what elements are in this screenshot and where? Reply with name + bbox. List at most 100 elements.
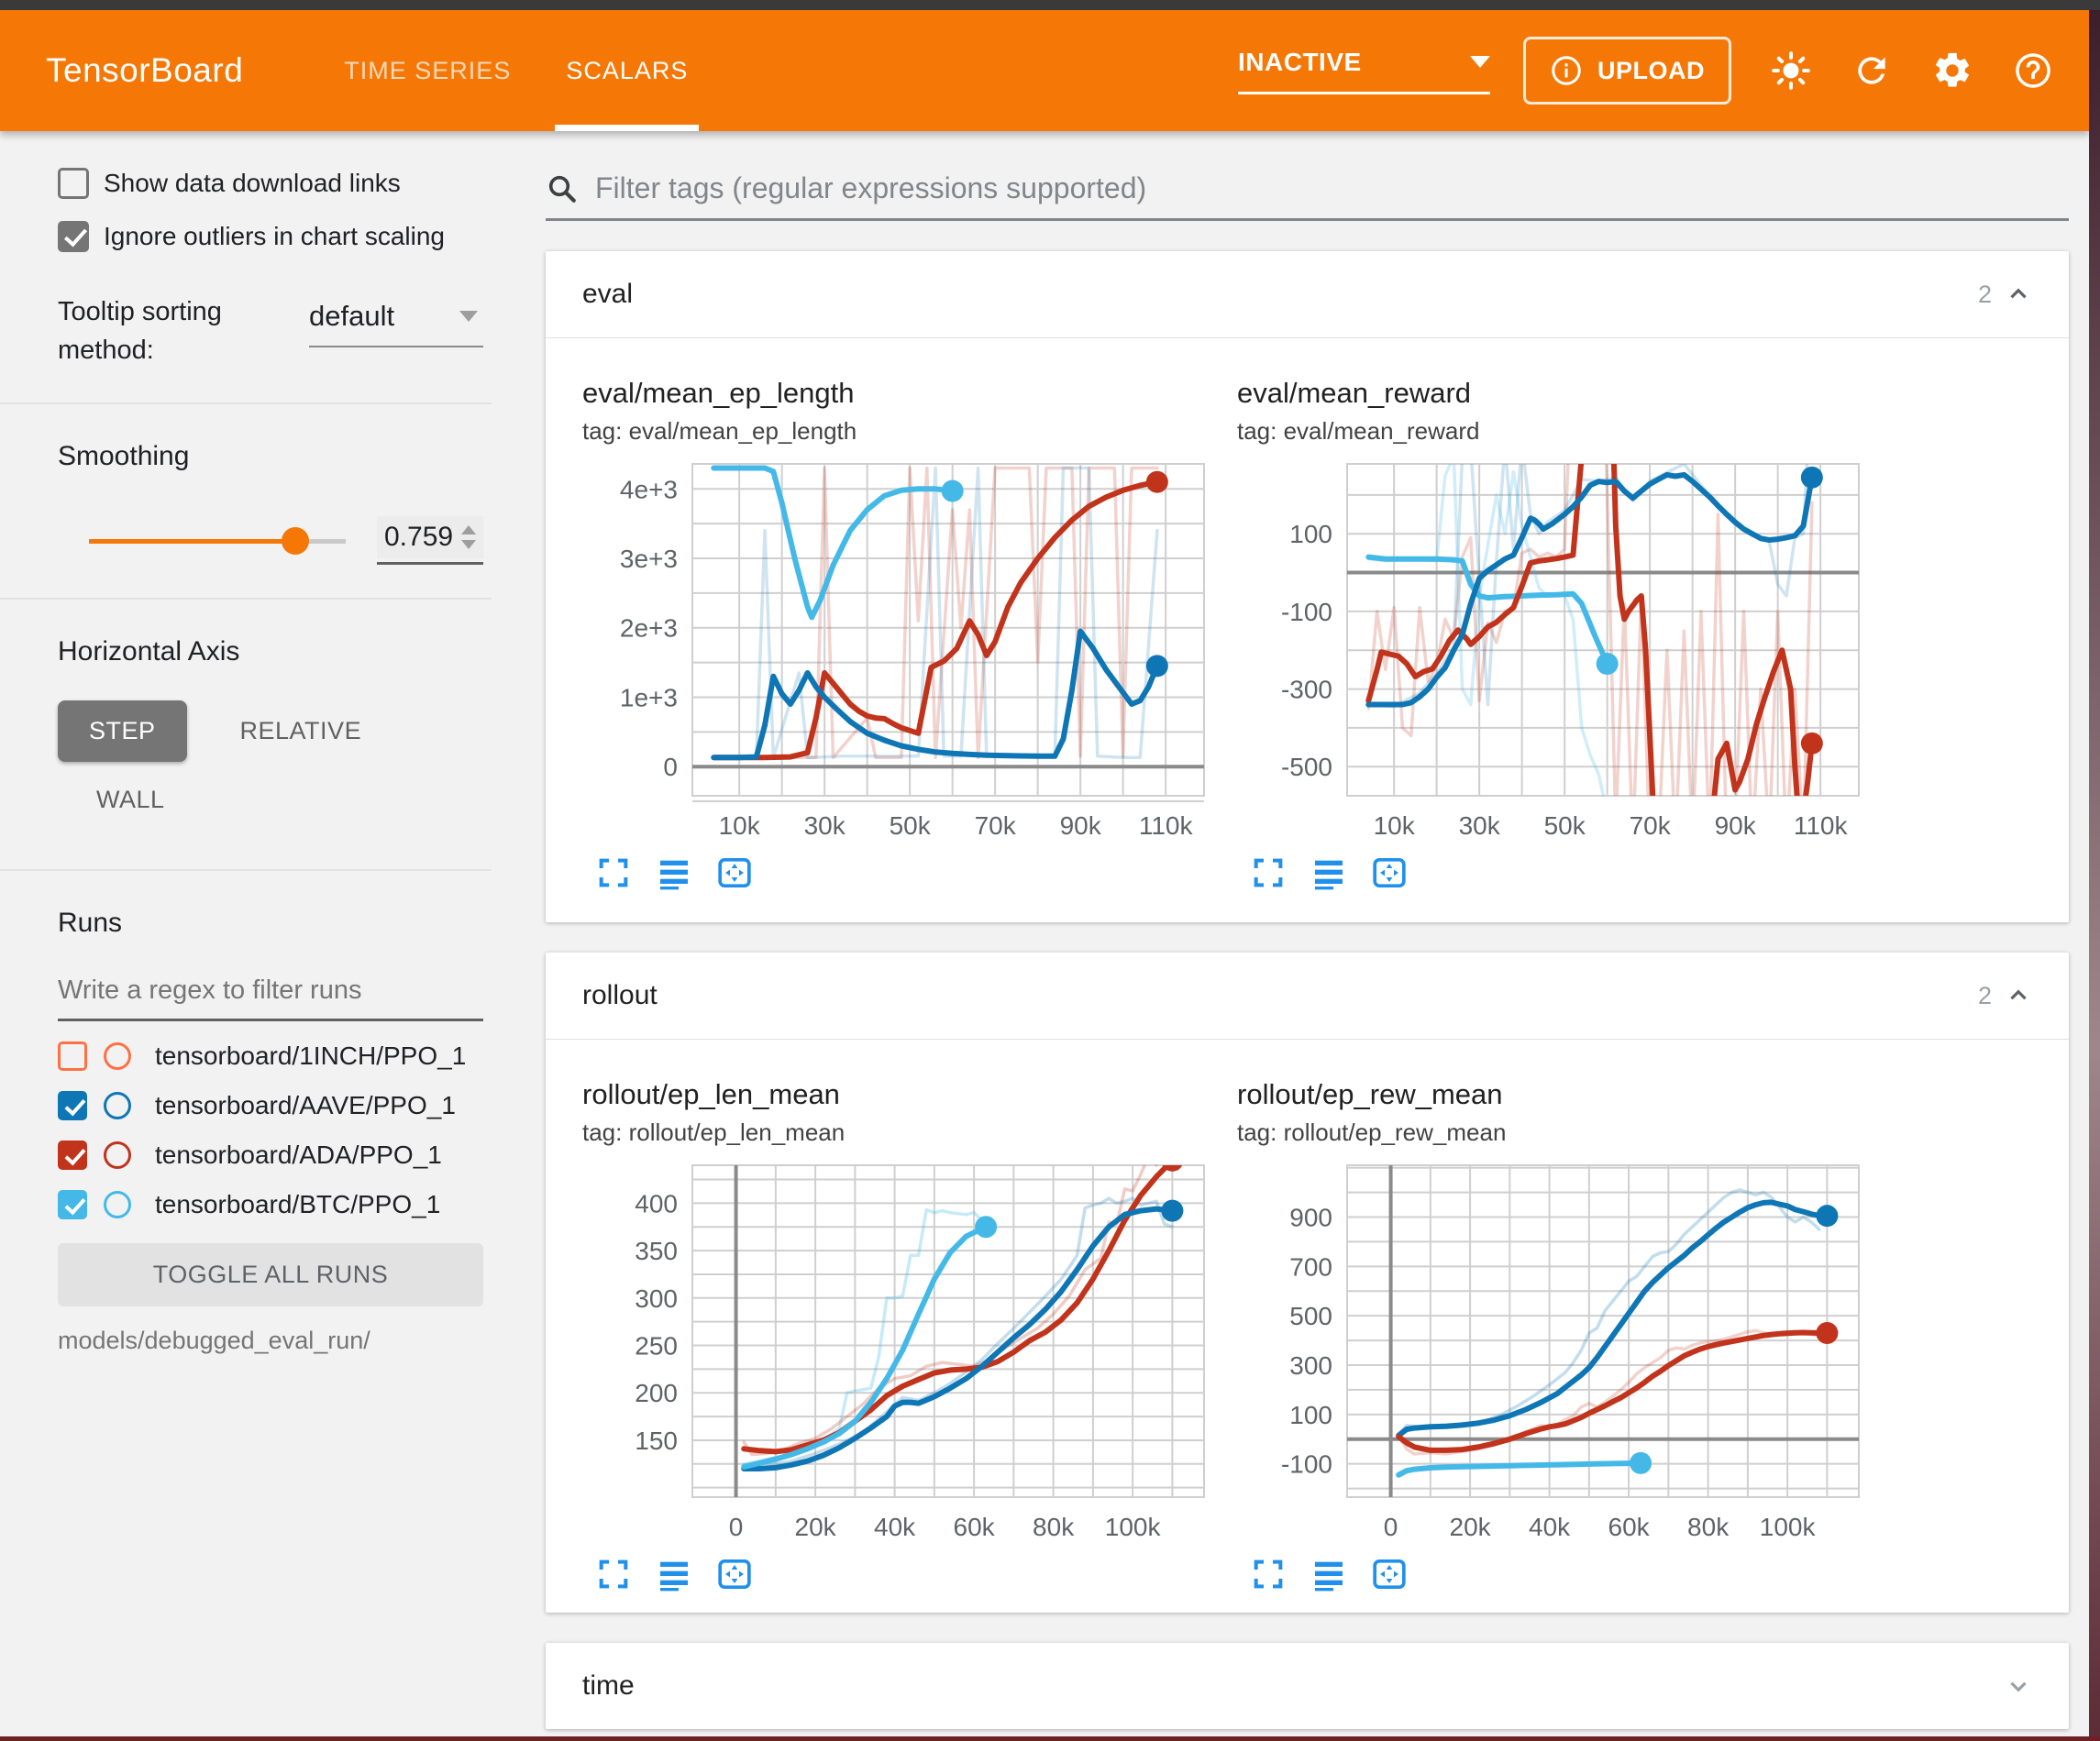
section-card-rollout: rollout 2 rollout/ep_len_mean tag: rollo… bbox=[546, 953, 2069, 1613]
settings-sidebar: Show data download links Ignore outliers… bbox=[0, 131, 514, 1741]
chevron-up-icon[interactable] bbox=[2005, 281, 2032, 308]
svg-text:90k: 90k bbox=[1060, 811, 1102, 840]
run-color-circle[interactable] bbox=[104, 1092, 131, 1119]
chart-tag: tag: rollout/ep_len_mean bbox=[582, 1118, 1217, 1147]
ignore-outliers-option[interactable]: Ignore outliers in chart scaling bbox=[58, 221, 483, 252]
run-checkbox[interactable] bbox=[58, 1091, 87, 1120]
spinner-down-icon[interactable] bbox=[461, 540, 476, 549]
run-checkbox[interactable] bbox=[58, 1041, 87, 1071]
tab-time-series[interactable]: TIME SERIES bbox=[316, 10, 538, 131]
upload-button[interactable]: UPLOAD bbox=[1523, 37, 1731, 105]
svg-text:20k: 20k bbox=[795, 1513, 837, 1541]
smoothing-label: Smoothing bbox=[58, 441, 483, 472]
chart-title: eval/mean_ep_length bbox=[582, 377, 1217, 410]
svg-text:60k: 60k bbox=[1608, 1513, 1651, 1541]
smoothing-slider[interactable] bbox=[89, 527, 346, 555]
settings-gear-icon[interactable] bbox=[1931, 50, 1973, 92]
smoothing-value-input[interactable] bbox=[384, 522, 461, 553]
show-download-links-option[interactable]: Show data download links bbox=[58, 168, 483, 199]
line-chart[interactable]: 10k30k50k70k90k110k01e+32e+33e+34e+3 bbox=[582, 455, 1217, 849]
number-spinner[interactable] bbox=[461, 525, 476, 549]
run-row-btc[interactable]: tensorboard/BTC/PPO_1 bbox=[58, 1190, 483, 1219]
run-checkbox[interactable] bbox=[58, 1140, 87, 1170]
svg-text:200: 200 bbox=[635, 1379, 678, 1407]
chart-title: rollout/ep_len_mean bbox=[582, 1078, 1217, 1111]
chevron-down-icon bbox=[459, 311, 478, 322]
section-count: 2 bbox=[1978, 982, 1992, 1010]
fit-to-view-icon[interactable] bbox=[1371, 1556, 1408, 1592]
data-table-icon[interactable] bbox=[656, 1556, 692, 1592]
fullscreen-icon[interactable] bbox=[1250, 854, 1287, 891]
svg-text:350: 350 bbox=[635, 1237, 678, 1265]
svg-text:10k: 10k bbox=[1374, 811, 1416, 840]
section-title: eval bbox=[582, 279, 633, 310]
run-color-circle[interactable] bbox=[104, 1191, 131, 1218]
info-icon bbox=[1550, 54, 1583, 87]
run-row-1inch[interactable]: tensorboard/1INCH/PPO_1 bbox=[58, 1041, 483, 1071]
svg-text:250: 250 bbox=[635, 1332, 678, 1361]
tag-filter[interactable] bbox=[546, 171, 2069, 221]
fit-to-view-icon[interactable] bbox=[716, 854, 753, 891]
status-dropdown[interactable]: INACTIVE bbox=[1238, 48, 1490, 94]
run-color-circle[interactable] bbox=[104, 1042, 131, 1070]
svg-text:90k: 90k bbox=[1715, 811, 1757, 840]
refresh-icon[interactable] bbox=[1851, 50, 1893, 92]
chevron-down-icon bbox=[1470, 56, 1490, 68]
fullscreen-icon[interactable] bbox=[1250, 1556, 1287, 1592]
svg-text:-500: -500 bbox=[1281, 753, 1332, 781]
svg-text:50k: 50k bbox=[890, 811, 932, 840]
brightness-icon[interactable] bbox=[1770, 50, 1812, 92]
run-name: tensorboard/AAVE/PPO_1 bbox=[155, 1091, 456, 1120]
status-underline bbox=[1238, 92, 1490, 94]
horizontal-axis-label: Horizontal Axis bbox=[58, 636, 483, 667]
axis-step-button[interactable]: STEP bbox=[58, 700, 187, 762]
section-title: time bbox=[582, 1670, 635, 1702]
section-header-rollout[interactable]: rollout 2 bbox=[546, 953, 2069, 1039]
run-checkbox[interactable] bbox=[58, 1190, 87, 1219]
svg-text:100: 100 bbox=[1289, 1401, 1332, 1429]
line-chart[interactable]: 020k40k60k80k100k-100100300500700900 bbox=[1237, 1156, 1872, 1550]
svg-text:100k: 100k bbox=[1760, 1513, 1817, 1541]
runs-title: Runs bbox=[58, 908, 483, 939]
data-table-icon[interactable] bbox=[1310, 854, 1347, 891]
data-table-icon[interactable] bbox=[656, 854, 692, 891]
section-header-eval[interactable]: eval 2 bbox=[546, 251, 2069, 337]
chart-title: rollout/ep_rew_mean bbox=[1237, 1078, 1872, 1111]
axis-wall-button[interactable]: WALL bbox=[96, 786, 165, 814]
run-row-ada[interactable]: tensorboard/ADA/PPO_1 bbox=[58, 1140, 483, 1170]
checkbox-unchecked[interactable] bbox=[58, 168, 89, 199]
slider-thumb[interactable] bbox=[282, 527, 309, 555]
tab-scalars[interactable]: SCALARS bbox=[538, 10, 715, 131]
upload-label: UPLOAD bbox=[1597, 57, 1705, 85]
line-chart[interactable]: 10k30k50k70k90k110k100-100-300-500 bbox=[1237, 455, 1872, 849]
run-row-aave[interactable]: tensorboard/AAVE/PPO_1 bbox=[58, 1091, 483, 1120]
axis-relative-button[interactable]: RELATIVE bbox=[209, 700, 393, 762]
section-header-time[interactable]: time bbox=[546, 1643, 2069, 1729]
runs-filter-input[interactable] bbox=[58, 966, 483, 1021]
fullscreen-icon[interactable] bbox=[595, 1556, 632, 1592]
fullscreen-icon[interactable] bbox=[595, 854, 632, 891]
fit-to-view-icon[interactable] bbox=[716, 1556, 753, 1592]
help-icon[interactable] bbox=[2012, 50, 2054, 92]
line-chart[interactable]: 020k40k60k80k100k150200250300350400 bbox=[582, 1156, 1217, 1550]
tag-filter-input[interactable] bbox=[595, 171, 2069, 205]
svg-text:500: 500 bbox=[1289, 1302, 1332, 1330]
chevron-down-icon[interactable] bbox=[2005, 1672, 2032, 1700]
data-table-icon[interactable] bbox=[1310, 1556, 1347, 1592]
svg-text:4e+3: 4e+3 bbox=[620, 475, 678, 503]
chevron-up-icon[interactable] bbox=[2005, 982, 2032, 1009]
svg-text:1e+3: 1e+3 bbox=[620, 683, 678, 711]
run-color-circle[interactable] bbox=[104, 1141, 131, 1169]
svg-text:110k: 110k bbox=[1139, 811, 1194, 840]
chart-tag: tag: eval/mean_reward bbox=[1237, 417, 1872, 446]
chart-rollout-ep-rew-mean: rollout/ep_rew_mean tag: rollout/ep_rew_… bbox=[1237, 1063, 1872, 1592]
svg-text:-300: -300 bbox=[1281, 676, 1332, 704]
divider bbox=[0, 402, 492, 404]
tooltip-sorting-dropdown[interactable]: default bbox=[309, 300, 483, 369]
fit-to-view-icon[interactable] bbox=[1371, 854, 1408, 891]
checkbox-checked[interactable] bbox=[58, 221, 89, 252]
window-top-edge bbox=[0, 0, 2100, 10]
toggle-all-runs-button[interactable]: TOGGLE ALL RUNS bbox=[58, 1243, 483, 1306]
spinner-up-icon[interactable] bbox=[461, 525, 476, 534]
svg-text:70k: 70k bbox=[1630, 811, 1672, 840]
